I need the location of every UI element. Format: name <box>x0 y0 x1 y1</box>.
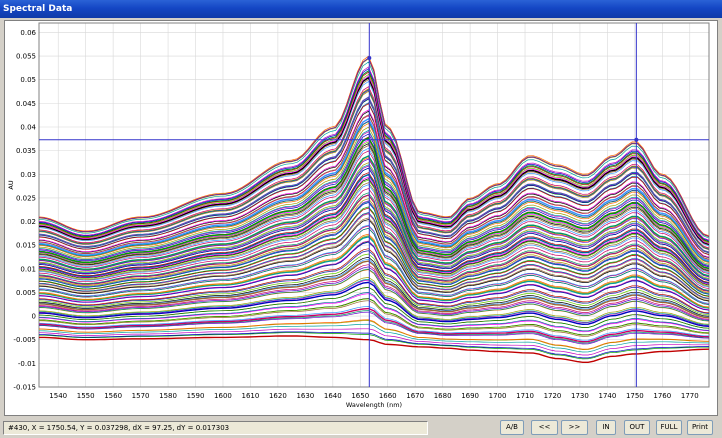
prev-button[interactable]: << <box>531 420 558 435</box>
zoom-in-button[interactable]: IN <box>596 420 616 435</box>
x-tick-label: 1760 <box>653 392 671 400</box>
y-tick-label: 0.055 <box>16 53 36 61</box>
x-tick-label: 1540 <box>49 392 67 400</box>
x-tick-label: 1720 <box>544 392 562 400</box>
x-tick-label: 1700 <box>489 392 507 400</box>
x-tick-label: 1550 <box>77 392 95 400</box>
cursor-readout: #430, X = 1750.54, Y = 0.037298, dX = 97… <box>3 421 428 435</box>
y-tick-label: 0.035 <box>16 147 36 155</box>
y-tick-label: -0.01 <box>18 360 36 368</box>
x-tick-label: 1670 <box>406 392 424 400</box>
x-tick-label: 1710 <box>516 392 534 400</box>
y-tick-label: 0.005 <box>16 289 36 297</box>
y-tick-label: 0.045 <box>16 100 36 108</box>
x-tick-label: 1730 <box>571 392 589 400</box>
x-tick-label: 1600 <box>214 392 232 400</box>
print-button[interactable]: Print <box>687 420 713 435</box>
spectral-data-window: Spectral Data 1540 1550 1560 1570 1580 1590 16… <box>0 0 722 438</box>
y-tick-label: 0.03 <box>20 171 36 179</box>
x-axis-label: Wavelength (nm) <box>346 401 402 409</box>
x-tick-label: 1590 <box>187 392 205 400</box>
y-tick-label: 0.01 <box>20 265 36 273</box>
x-tick-label: 1570 <box>132 392 150 400</box>
x-tick-label: 1560 <box>104 392 122 400</box>
zoom-out-button[interactable]: OUT <box>624 420 650 435</box>
y-tick-label: 0.015 <box>16 242 36 250</box>
x-tick-label: 1640 <box>324 392 342 400</box>
y-tick-label: 0.02 <box>20 218 36 226</box>
window-title: Spectral Data <box>0 0 722 18</box>
y-tick-label: 0.025 <box>16 194 36 202</box>
x-tick-label: 1630 <box>296 392 314 400</box>
y-tick-label: -0.015 <box>13 384 36 392</box>
x-tick-label: 1690 <box>461 392 479 400</box>
spectral-chart[interactable]: 1540 1550 1560 1570 1580 1590 1600 1610 1620 1630… <box>5 21 717 415</box>
x-tick-label: 1660 <box>379 392 397 400</box>
ab-button[interactable]: A/B <box>500 420 524 435</box>
full-button[interactable]: FULL <box>656 420 682 435</box>
x-tick-label: 1610 <box>242 392 260 400</box>
status-bar: #430, X = 1750.54, Y = 0.037298, dX = 97… <box>0 418 722 438</box>
x-tick-label: 1580 <box>159 392 177 400</box>
y-tick-label: 0.05 <box>20 76 36 84</box>
x-tick-label: 1650 <box>351 392 369 400</box>
cursor-a-marker <box>367 55 372 60</box>
spectrum-line <box>39 328 709 356</box>
x-tick-label: 1770 <box>681 392 699 400</box>
y-axis-label: AU <box>7 180 15 189</box>
y-tick-label: 0 <box>32 313 36 321</box>
x-tick-label: 1620 <box>269 392 287 400</box>
x-tick-label: 1750 <box>626 392 644 400</box>
plot-area[interactable]: 1540 1550 1560 1570 1580 1590 1600 1610 1620 1630… <box>4 20 718 416</box>
y-tick-label: -0.005 <box>13 336 36 344</box>
y-tick-label: 0.04 <box>20 124 36 132</box>
x-tick-label: 1680 <box>434 392 452 400</box>
y-tick-label: 0.06 <box>20 29 36 37</box>
next-button[interactable]: >> <box>561 420 588 435</box>
x-tick-label: 1740 <box>598 392 616 400</box>
